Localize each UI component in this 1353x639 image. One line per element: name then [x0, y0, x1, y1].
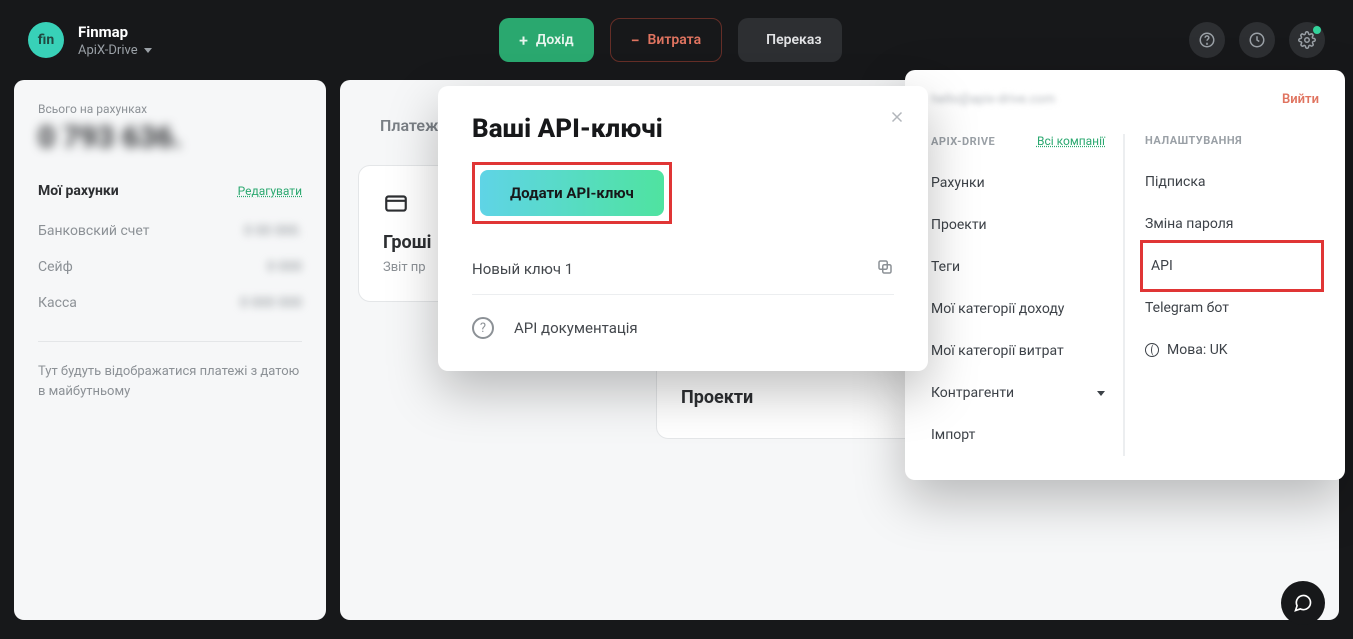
workspace-name: ApiX-Drive — [78, 43, 138, 58]
topbar: fin Finmap ApiX-Drive + Дохід − Витрата … — [0, 0, 1353, 80]
api-key-name: Новый ключ 1 — [472, 260, 573, 278]
sidebar-divider — [38, 341, 302, 342]
transfer-label: Переказ — [766, 32, 821, 48]
api-doc-label: API документація — [514, 319, 638, 337]
accounts-header: Мої рахунки Редагувати — [38, 183, 302, 199]
chat-button[interactable] — [1281, 581, 1325, 625]
flyout-item-change-password[interactable]: Зміна пароля — [1145, 203, 1319, 245]
flyout-item-import[interactable]: Імпорт — [931, 414, 1105, 456]
question-icon: ? — [472, 317, 494, 339]
transfer-button[interactable]: Переказ — [738, 18, 841, 62]
flyout-item-api[interactable]: API — [1145, 245, 1319, 287]
close-button[interactable] — [888, 108, 906, 130]
logout-link[interactable]: Вийти — [1282, 92, 1319, 107]
all-companies-link[interactable]: Всі компанії — [1037, 134, 1105, 148]
balance-label: Всього на рахунках — [38, 102, 302, 116]
flyout-col-header: APIX-DRIVE Всі компанії — [931, 134, 1105, 148]
income-button[interactable]: + Дохід — [499, 18, 594, 62]
top-right-icons — [1189, 22, 1325, 58]
account-name: Сейф — [38, 259, 73, 275]
modal-title: Ваші API-ключі — [472, 114, 894, 144]
account-balance: 0 000 — [267, 259, 302, 275]
brand-logo: fin — [28, 22, 64, 58]
flyout-item-expense-cats[interactable]: Мої категорії витрат — [931, 330, 1105, 372]
flyout-item-telegram[interactable]: Telegram бот — [1145, 287, 1319, 329]
globe-icon — [1145, 343, 1159, 357]
add-key-highlight: Додати API-ключ — [472, 162, 672, 224]
accounts-label: Мої рахунки — [38, 183, 119, 199]
flyout-item-label: Контрагенти — [931, 385, 1014, 401]
language-label: Мова: UK — [1167, 342, 1228, 358]
account-row[interactable]: Сейф 0 000 — [38, 249, 302, 285]
wallet-icon — [383, 190, 409, 216]
account-row[interactable]: Касса 0 000 000 — [38, 285, 302, 321]
chevron-down-icon — [1097, 391, 1105, 396]
account-row[interactable]: Банковский счет 0 00 000. — [38, 213, 302, 249]
expense-button[interactable]: − Витрата — [610, 18, 723, 62]
minus-icon: − — [631, 31, 640, 50]
brand-block: Finmap ApiX-Drive — [78, 23, 152, 58]
account-name: Банковский счет — [38, 223, 149, 239]
brand-name: Finmap — [78, 23, 152, 41]
flyout-item-language[interactable]: Мова: UK — [1145, 329, 1319, 371]
flyout-col-title: APIX-DRIVE — [931, 135, 995, 148]
flyout-item-projects[interactable]: Проекти — [931, 204, 1105, 246]
flyout-col-settings: НАЛАШТУВАННЯ Підписка Зміна пароля API T… — [1123, 134, 1319, 456]
api-keys-modal: Ваші API-ключі Додати API-ключ Новый клю… — [438, 86, 928, 371]
flyout-item-income-cats[interactable]: Мої категорії доходу — [931, 288, 1105, 330]
workspace-switcher[interactable]: ApiX-Drive — [78, 43, 152, 58]
api-key-row: Новый ключ 1 — [472, 244, 894, 295]
card-title: Проекти — [681, 387, 911, 408]
flyout-col-title: НАЛАШТУВАННЯ — [1145, 134, 1242, 147]
balance-value: 0 793 636. — [38, 120, 302, 155]
flyout-item-counterparties[interactable]: Контрагенти — [931, 372, 1105, 414]
income-label: Дохід — [536, 32, 574, 48]
accounts-edit-link[interactable]: Редагувати — [238, 184, 302, 198]
user-email: hello@apix-drive.com — [931, 92, 1055, 107]
flyout-col-header: НАЛАШТУВАННЯ — [1145, 134, 1319, 147]
sidebar-note: Тут будуть відображатися платежі з датою… — [38, 362, 302, 401]
account-name: Касса — [38, 295, 77, 311]
flyout-item-subscription[interactable]: Підписка — [1145, 161, 1319, 203]
account-balance: 0 000 000 — [240, 295, 302, 311]
expense-label: Витрата — [648, 32, 702, 48]
settings-button[interactable] — [1289, 22, 1325, 58]
sidebar: Всього на рахунках 0 793 636. Мої рахунк… — [14, 80, 326, 620]
top-actions: + Дохід − Витрата Переказ — [499, 18, 841, 62]
flyout-item-accounts[interactable]: Рахунки — [931, 162, 1105, 204]
plus-icon: + — [519, 31, 528, 50]
history-button[interactable] — [1239, 22, 1275, 58]
api-doc-row[interactable]: ? API документація — [472, 295, 894, 343]
copy-icon[interactable] — [876, 258, 894, 280]
add-api-key-button[interactable]: Додати API-ключ — [480, 170, 664, 216]
help-button[interactable] — [1189, 22, 1225, 58]
chevron-down-icon — [144, 48, 152, 53]
flyout-head: hello@apix-drive.com Вийти — [931, 92, 1319, 107]
account-balance: 0 00 000. — [244, 223, 302, 239]
flyout-col-company: APIX-DRIVE Всі компанії Рахунки Проекти … — [931, 134, 1105, 456]
flyout-item-tags[interactable]: Теги — [931, 246, 1105, 288]
flyout-columns: APIX-DRIVE Всі компанії Рахунки Проекти … — [931, 134, 1319, 456]
settings-flyout: hello@apix-drive.com Вийти APIX-DRIVE Вс… — [905, 70, 1345, 480]
